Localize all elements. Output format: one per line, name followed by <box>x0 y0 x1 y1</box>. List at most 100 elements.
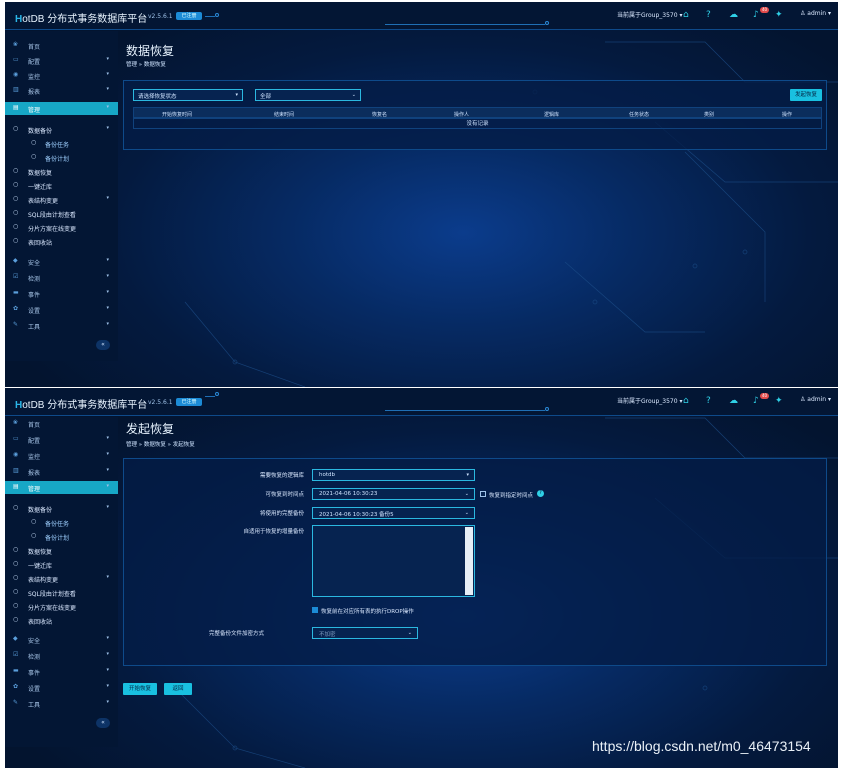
check-icon: ☑ <box>13 273 19 280</box>
top-bar: HotDB 分布式事务数据库平台 v2.5.6.1 已注册 当前属于Group_… <box>5 388 838 416</box>
sidebar-item-sql-plan[interactable]: ○ SQL段由计划查看 <box>5 207 118 220</box>
restore-time-label: 可恢复到时间点 <box>265 492 304 498</box>
sidebar-item-migrate[interactable]: ○ 一键迁库 <box>5 179 118 192</box>
incremental-backup-list[interactable] <box>312 525 475 597</box>
sidebar-item-home[interactable]: ❀ 首页 <box>5 39 118 52</box>
sidebar-item-config[interactable]: ▭ 配置 ▾ <box>5 54 118 67</box>
specify-time-label: 恢复到指定时间点 <box>489 493 534 499</box>
chevron-down-icon: ⌄ <box>464 491 469 497</box>
screen-restore-list: HotDB 分布式事务数据库平台 v2.5.6.1 已注册 当前属于Group_… <box>5 2 838 387</box>
sidebar-item-event[interactable]: ▬ 事件 ▾ <box>5 287 118 300</box>
notification-badge: 40 <box>760 393 769 399</box>
sidebar-item-event[interactable]: ▬ 事件 ▾ <box>5 665 118 678</box>
bell-icon[interactable]: ♪ <box>753 10 759 20</box>
app-logo[interactable]: HotDB 分布式事务数据库平台 <box>15 396 147 411</box>
column-end-time[interactable]: 结束时间 <box>274 111 294 118</box>
column-restore-name[interactable]: 恢复名 <box>372 111 387 118</box>
shirt-icon[interactable]: ✦ <box>775 10 783 20</box>
start-restore-button[interactable]: 开始恢复 <box>123 683 157 695</box>
sidebar-item-backup-task[interactable]: ○ 备份任务 <box>5 516 118 529</box>
manage-icon: ▤ <box>13 104 19 111</box>
sidebar-item-security[interactable]: ◆ 安全 ▾ <box>5 633 118 646</box>
sidebar-item-settings[interactable]: ✿ 设置 ▾ <box>5 681 118 694</box>
sidebar-item-shard-change[interactable]: ○ 分片方案在线变更 <box>5 600 118 613</box>
column-start-time[interactable]: 开始恢复时间 <box>162 111 192 118</box>
status-value-select[interactable]: 全部 ⌄ <box>255 89 361 101</box>
sidebar-item-detect[interactable]: ☑ 检测 ▾ <box>5 271 118 284</box>
column-category[interactable]: 类别 <box>704 111 714 118</box>
sidebar-item-report[interactable]: ▥ 报表 ▾ <box>5 84 118 97</box>
restore-time-select[interactable]: 2021-04-06 10:30:23 ⌄ <box>312 488 475 500</box>
question-icon[interactable]: ? <box>537 490 544 497</box>
logic-db-select[interactable]: hotdb ▾ <box>312 469 475 481</box>
sidebar-item-restore[interactable]: ○ 数据恢复 <box>5 544 118 557</box>
notification-badge: 40 <box>760 7 769 13</box>
sidebar-item-manage[interactable]: ▤ 管理 ▾ <box>5 102 118 115</box>
column-task-status[interactable]: 任务状态 <box>629 111 649 118</box>
drop-before-restore-checkbox[interactable] <box>312 607 318 613</box>
sidebar-item-schema-change[interactable]: ○ 表结构变更 ▾ <box>5 572 118 585</box>
cloud-icon[interactable]: ☁ <box>729 396 738 406</box>
encrypt-select[interactable]: 不加密 ⌄ <box>312 627 418 639</box>
cloud-icon[interactable]: ☁ <box>729 10 738 20</box>
sidebar-item-schema-change[interactable]: ○ 表结构变更 ▾ <box>5 193 118 206</box>
sidebar-item-recycle[interactable]: ○ 表回收站 <box>5 614 118 627</box>
group-selector[interactable]: 当前属于Group_3570 ▾ <box>617 10 682 19</box>
sidebar-item-manage[interactable]: ▤ 管理 ▾ <box>5 481 118 494</box>
collapse-sidebar-button[interactable]: « <box>96 340 110 350</box>
sidebar-item-security[interactable]: ◆ 安全 ▾ <box>5 255 118 268</box>
sidebar-item-backup-plan[interactable]: ○ 备份计划 <box>5 530 118 543</box>
help-icon[interactable]: ? <box>706 10 711 20</box>
wrench-icon: ✎ <box>13 699 19 706</box>
full-backup-label: 将使用的完整备份 <box>259 511 304 517</box>
chevron-down-icon: ⌄ <box>464 510 469 516</box>
circle-icon: ○ <box>13 574 19 581</box>
restore-form-panel: 需要恢复的逻辑库 hotdb ▾ 可恢复到时间点 2021-04-06 10:30… <box>123 458 827 666</box>
table-header: 开始恢复时间 结束时间 恢复名 操作人 逻辑库 任务状态 类别 操作 <box>133 107 822 118</box>
sidebar-item-home[interactable]: ❀ 首页 <box>5 417 118 430</box>
status-filter-select[interactable]: 请选择恢复状态 ▾ <box>133 89 243 101</box>
version-badge: 已注册 <box>176 12 202 20</box>
app-logo[interactable]: HotDB 分布式事务数据库平台 <box>15 10 147 25</box>
bell-icon[interactable]: ♪ <box>753 396 759 406</box>
sidebar-item-backup-task[interactable]: ○ 备份任务 <box>5 137 118 150</box>
sidebar-item-migrate[interactable]: ○ 一键迁库 <box>5 558 118 571</box>
full-backup-select[interactable]: 2021-04-06 10:30:23 备份5 ⌄ <box>312 507 475 519</box>
incremental-backup-label: 自适用于恢复的增量备份 <box>243 529 304 535</box>
user-menu[interactable]: ♙ admin ▾ <box>800 396 831 403</box>
home-nav-icon: ❀ <box>13 41 19 48</box>
sidebar-item-recycle[interactable]: ○ 表回收站 <box>5 235 118 248</box>
circle-icon: ○ <box>13 223 19 230</box>
column-logic-db[interactable]: 逻辑库 <box>544 111 559 118</box>
sidebar-item-sql-plan[interactable]: ○ SQL段由计划查看 <box>5 586 118 599</box>
collapse-sidebar-button[interactable]: « <box>96 718 110 728</box>
sidebar-item-monitor[interactable]: ◉ 监控 ▾ <box>5 69 118 82</box>
sidebar-item-backup-plan[interactable]: ○ 备份计划 <box>5 151 118 164</box>
sidebar-item-tools[interactable]: ✎ 工具 ▾ <box>5 319 118 332</box>
help-icon[interactable]: ? <box>706 396 711 406</box>
home-icon[interactable]: ⌂ <box>683 396 689 406</box>
column-operator[interactable]: 操作人 <box>454 111 469 118</box>
mail-icon: ▬ <box>13 289 19 296</box>
start-restore-button[interactable]: 发起恢复 <box>790 89 822 101</box>
circle-icon: ○ <box>13 195 19 202</box>
group-selector[interactable]: 当前属于Group_3570 ▾ <box>617 396 682 405</box>
sidebar-item-report[interactable]: ▥ 报表 ▾ <box>5 465 118 478</box>
shirt-icon[interactable]: ✦ <box>775 396 783 406</box>
sidebar-item-monitor[interactable]: ◉ 监控 ▾ <box>5 449 118 462</box>
scrollbar[interactable] <box>465 527 473 595</box>
sidebar-item-tools[interactable]: ✎ 工具 ▾ <box>5 697 118 710</box>
sidebar-item-backup[interactable]: ○ 数据备份 ▾ <box>5 502 118 515</box>
sidebar-item-restore[interactable]: ○ 数据恢复 <box>5 165 118 178</box>
sidebar-item-settings[interactable]: ✿ 设置 ▾ <box>5 303 118 316</box>
top-bar: HotDB 分布式事务数据库平台 v2.5.6.1 已注册 当前属于Group_… <box>5 2 838 30</box>
home-icon[interactable]: ⌂ <box>683 10 689 20</box>
version-badge: 已注册 <box>176 398 202 406</box>
sidebar-item-detect[interactable]: ☑ 检测 ▾ <box>5 649 118 662</box>
sidebar-item-backup[interactable]: ○ 数据备份 ▾ <box>5 123 118 136</box>
user-menu[interactable]: ♙ admin ▾ <box>800 10 831 17</box>
sidebar-item-config[interactable]: ▭ 配置 ▾ <box>5 433 118 446</box>
specify-time-checkbox[interactable] <box>480 491 486 497</box>
sidebar-item-shard-change[interactable]: ○ 分片方案在线变更 <box>5 221 118 234</box>
back-button[interactable]: 返回 <box>164 683 192 695</box>
